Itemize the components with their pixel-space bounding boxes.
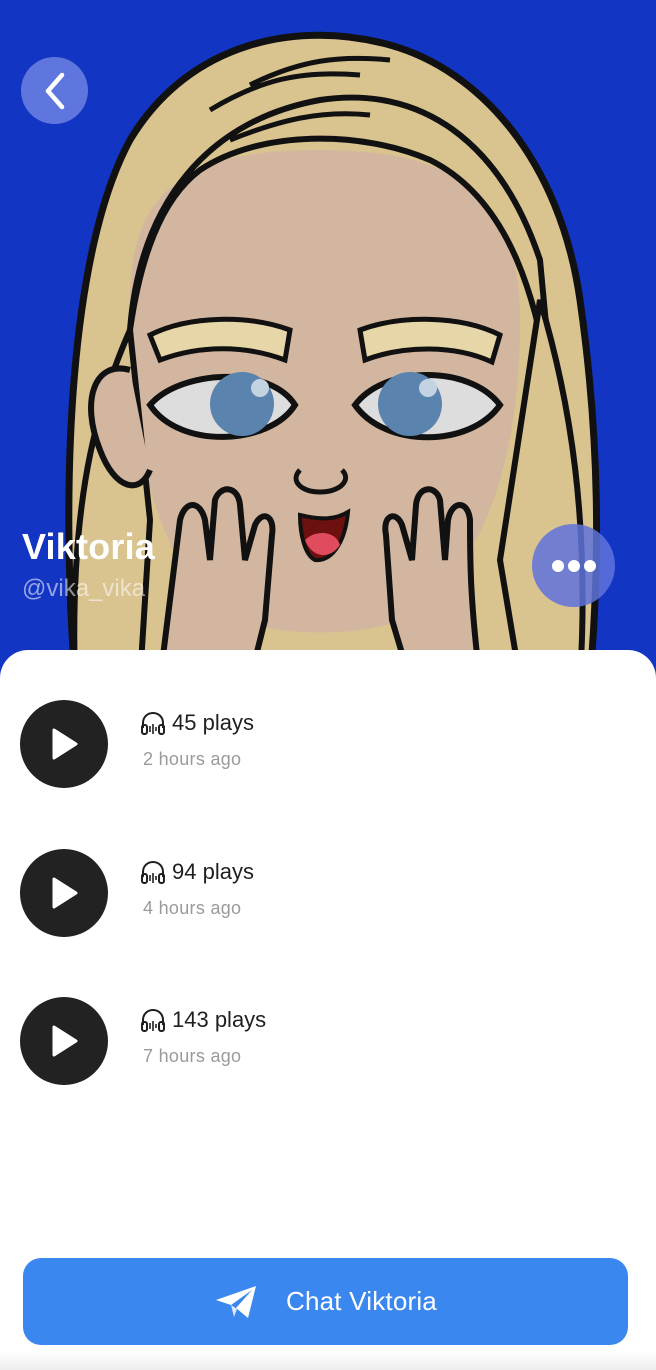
back-button[interactable] — [21, 57, 88, 124]
headphones-icon — [141, 711, 165, 735]
track-timestamp: 7 hours ago — [143, 1046, 242, 1066]
profile-name: Viktoria — [22, 526, 155, 567]
plays-count: 143 plays — [172, 1007, 267, 1032]
track-timestamp: 4 hours ago — [143, 898, 242, 918]
more-options-button[interactable] — [532, 524, 615, 607]
chat-button-label: Chat Viktoria — [286, 1286, 437, 1316]
chevron-left-icon — [45, 72, 64, 109]
profile-header: Viktoria @vika_vika — [0, 0, 656, 680]
track-timestamp: 2 hours ago — [143, 749, 242, 769]
bottom-edge — [0, 1350, 656, 1370]
headphones-icon — [141, 1008, 165, 1032]
track-item: 45 plays 2 hours ago — [20, 700, 620, 790]
chat-button[interactable]: Chat Viktoria — [23, 1258, 628, 1345]
plays-count: 45 plays — [172, 710, 254, 735]
plays-count-row: 143 plays — [140, 1005, 266, 1035]
play-icon — [52, 1025, 78, 1057]
play-icon — [52, 877, 78, 909]
play-icon — [52, 728, 78, 760]
more-dots-icon — [551, 559, 596, 572]
track-item: 94 plays 4 hours ago — [20, 849, 620, 939]
headphones-icon — [141, 860, 165, 884]
plays-count-row: 45 plays — [140, 708, 254, 738]
plays-count-row: 94 plays — [140, 857, 254, 887]
paper-plane-icon — [216, 1285, 256, 1318]
play-button[interactable] — [20, 997, 108, 1085]
profile-handle: @vika_vika — [22, 575, 146, 602]
play-button[interactable] — [20, 849, 108, 937]
plays-count: 94 plays — [172, 859, 254, 884]
play-button[interactable] — [20, 700, 108, 788]
track-item: 143 plays 7 hours ago — [20, 997, 620, 1087]
